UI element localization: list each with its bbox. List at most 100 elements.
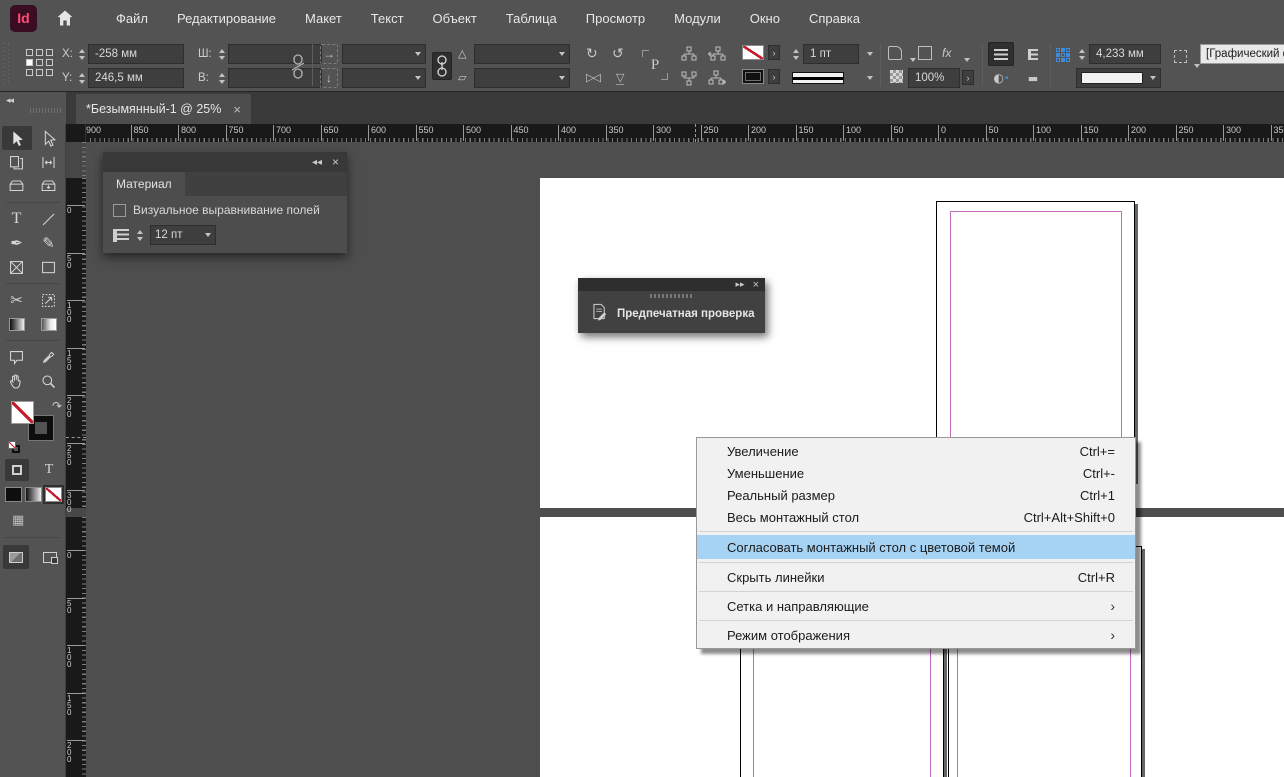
- context-menu-item[interactable]: УвеличениеCtrl+=: [697, 440, 1135, 462]
- rotation-angle-combo[interactable]: [474, 44, 570, 64]
- wrap-options-button[interactable]: ▬: [1020, 66, 1046, 90]
- menu-item[interactable]: Окно: [750, 11, 780, 26]
- width-stepper[interactable]: [216, 44, 227, 64]
- normal-view-mode-button[interactable]: [3, 545, 29, 569]
- y-stepper[interactable]: [76, 68, 87, 88]
- height-stepper[interactable]: [216, 68, 227, 88]
- x-stepper[interactable]: [76, 44, 87, 64]
- select-previous-object-icon[interactable]: [706, 44, 728, 64]
- menu-item[interactable]: Справка: [809, 11, 860, 26]
- fill-options-button[interactable]: ›: [768, 45, 780, 60]
- scale-y-icon[interactable]: ↓: [320, 68, 338, 88]
- panel-expand-icon[interactable]: ▸▸: [736, 280, 745, 290]
- select-container-icon[interactable]: [678, 44, 700, 64]
- zoom-tool[interactable]: [34, 369, 64, 393]
- note-tool[interactable]: [2, 345, 32, 369]
- object-style-field[interactable]: [Графический фрейм]: [1200, 44, 1284, 64]
- eyedropper-tool[interactable]: [34, 345, 64, 369]
- select-next-object-icon[interactable]: [706, 68, 728, 88]
- rotate-cw-icon[interactable]: ↻: [586, 46, 598, 62]
- text-wrap-bounding-box-button[interactable]: [1020, 42, 1046, 66]
- constrain-proportions-button[interactable]: [432, 52, 452, 80]
- stroke-options-button[interactable]: ›: [768, 69, 780, 84]
- type-tool[interactable]: T: [2, 207, 32, 231]
- menu-item[interactable]: Просмотр: [586, 11, 645, 26]
- default-fill-stroke-icon[interactable]: [8, 441, 20, 453]
- width-field[interactable]: [228, 44, 322, 64]
- scale-x-icon[interactable]: →: [320, 44, 338, 64]
- material-panel-header[interactable]: ◂◂ ×: [103, 152, 347, 172]
- stroke-style-swatch[interactable]: [792, 72, 844, 84]
- content-collector-tool[interactable]: [2, 174, 32, 198]
- stroke-weight-field[interactable]: 1 пт: [803, 44, 859, 64]
- stroke-color-swatch[interactable]: [742, 69, 764, 84]
- scale-y-combo[interactable]: [342, 68, 426, 88]
- stroke-weight-caret[interactable]: [861, 44, 879, 64]
- flip-horizontal-icon[interactable]: ▷◁: [586, 71, 599, 84]
- formatting-affects-container-button[interactable]: [5, 459, 29, 481]
- ruler-corner[interactable]: [66, 124, 86, 142]
- collapse-dock-icon[interactable]: ◂◂: [6, 96, 13, 106]
- panel-close-icon[interactable]: ×: [332, 155, 339, 169]
- preflight-panel-header[interactable]: ▸▸ ×: [578, 278, 765, 291]
- fill-swatch[interactable]: [11, 401, 34, 424]
- line-tool[interactable]: [34, 207, 64, 231]
- menu-item[interactable]: Текст: [371, 11, 404, 26]
- size-combo[interactable]: 12 пт: [150, 225, 216, 245]
- size-stepper[interactable]: [134, 225, 145, 245]
- vertical-ruler[interactable]: 050100150200250300050100150200: [66, 142, 86, 777]
- offset-field[interactable]: 4,233 мм: [1089, 44, 1161, 64]
- context-menu-item[interactable]: Согласовать монтажный стол с цветовой те…: [697, 535, 1135, 559]
- home-icon[interactable]: [54, 7, 76, 29]
- horizontal-ruler[interactable]: 9008508007507006506005505004504003503002…: [66, 124, 1284, 142]
- context-menu-item[interactable]: Скрыть линейкиCtrl+R: [697, 566, 1135, 588]
- menu-item[interactable]: Макет: [305, 11, 342, 26]
- free-transform-tool[interactable]: [34, 288, 64, 312]
- corner-options-icon[interactable]: [888, 46, 902, 60]
- broken-chain-icon[interactable]: [290, 54, 306, 83]
- swap-fill-stroke-icon[interactable]: ↷: [52, 399, 62, 413]
- flip-vertical-icon[interactable]: ▽: [616, 71, 624, 85]
- scissors-tool[interactable]: ✂: [2, 288, 32, 312]
- swatch-combo[interactable]: [1076, 68, 1161, 88]
- object-styles-icon[interactable]: [1174, 50, 1187, 63]
- context-menu-item[interactable]: УменьшениеCtrl+-: [697, 462, 1135, 484]
- reference-point-proxy[interactable]: [26, 49, 53, 76]
- drop-shadow-button[interactable]: ◐•: [988, 66, 1014, 90]
- height-field[interactable]: [228, 68, 322, 88]
- page-tool[interactable]: [2, 150, 32, 174]
- opacity-field[interactable]: 100%: [908, 68, 960, 88]
- apply-gradient-button[interactable]: [25, 487, 42, 502]
- stroke-style-caret[interactable]: [861, 68, 879, 88]
- context-menu-item[interactable]: Реальный размерCtrl+1: [697, 484, 1135, 506]
- menu-item[interactable]: Модули: [674, 11, 721, 26]
- menu-item[interactable]: Объект: [433, 11, 477, 26]
- preview-mode-button[interactable]: [37, 545, 63, 569]
- text-wrap-none-button[interactable]: [988, 42, 1014, 66]
- cell-view-icon[interactable]: ▦: [12, 513, 24, 528]
- panel-close-icon[interactable]: ×: [753, 279, 759, 291]
- pencil-tool[interactable]: ✎: [34, 231, 64, 255]
- menu-item[interactable]: Таблица: [506, 11, 557, 26]
- fill-color-swatch[interactable]: [742, 45, 764, 60]
- menu-item[interactable]: Редактирование: [177, 11, 276, 26]
- apply-color-button[interactable]: [5, 487, 22, 502]
- panel-grip[interactable]: [3, 43, 11, 85]
- corner-shape-icon[interactable]: [918, 46, 932, 60]
- rectangle-tool[interactable]: [34, 255, 64, 279]
- content-placer-tool[interactable]: [34, 174, 64, 198]
- selection-tool[interactable]: [2, 126, 32, 150]
- tab-material[interactable]: Материал: [103, 172, 185, 196]
- tab-close-icon[interactable]: ×: [233, 102, 241, 117]
- offset-stepper[interactable]: [1076, 44, 1087, 64]
- menu-item[interactable]: Файл: [116, 11, 148, 26]
- dock-grip[interactable]: [30, 108, 62, 113]
- frame-tool[interactable]: [2, 255, 32, 279]
- x-field[interactable]: -258 мм: [88, 44, 184, 64]
- stroke-weight-stepper[interactable]: [790, 44, 801, 64]
- effects-button[interactable]: fx: [942, 46, 951, 60]
- optical-margin-checkbox[interactable]: [113, 204, 126, 217]
- document-tab[interactable]: *Безымянный-1 @ 25% ×: [76, 94, 251, 124]
- effects-caret[interactable]: [958, 50, 976, 70]
- gradient-swatch-tool[interactable]: [2, 312, 32, 336]
